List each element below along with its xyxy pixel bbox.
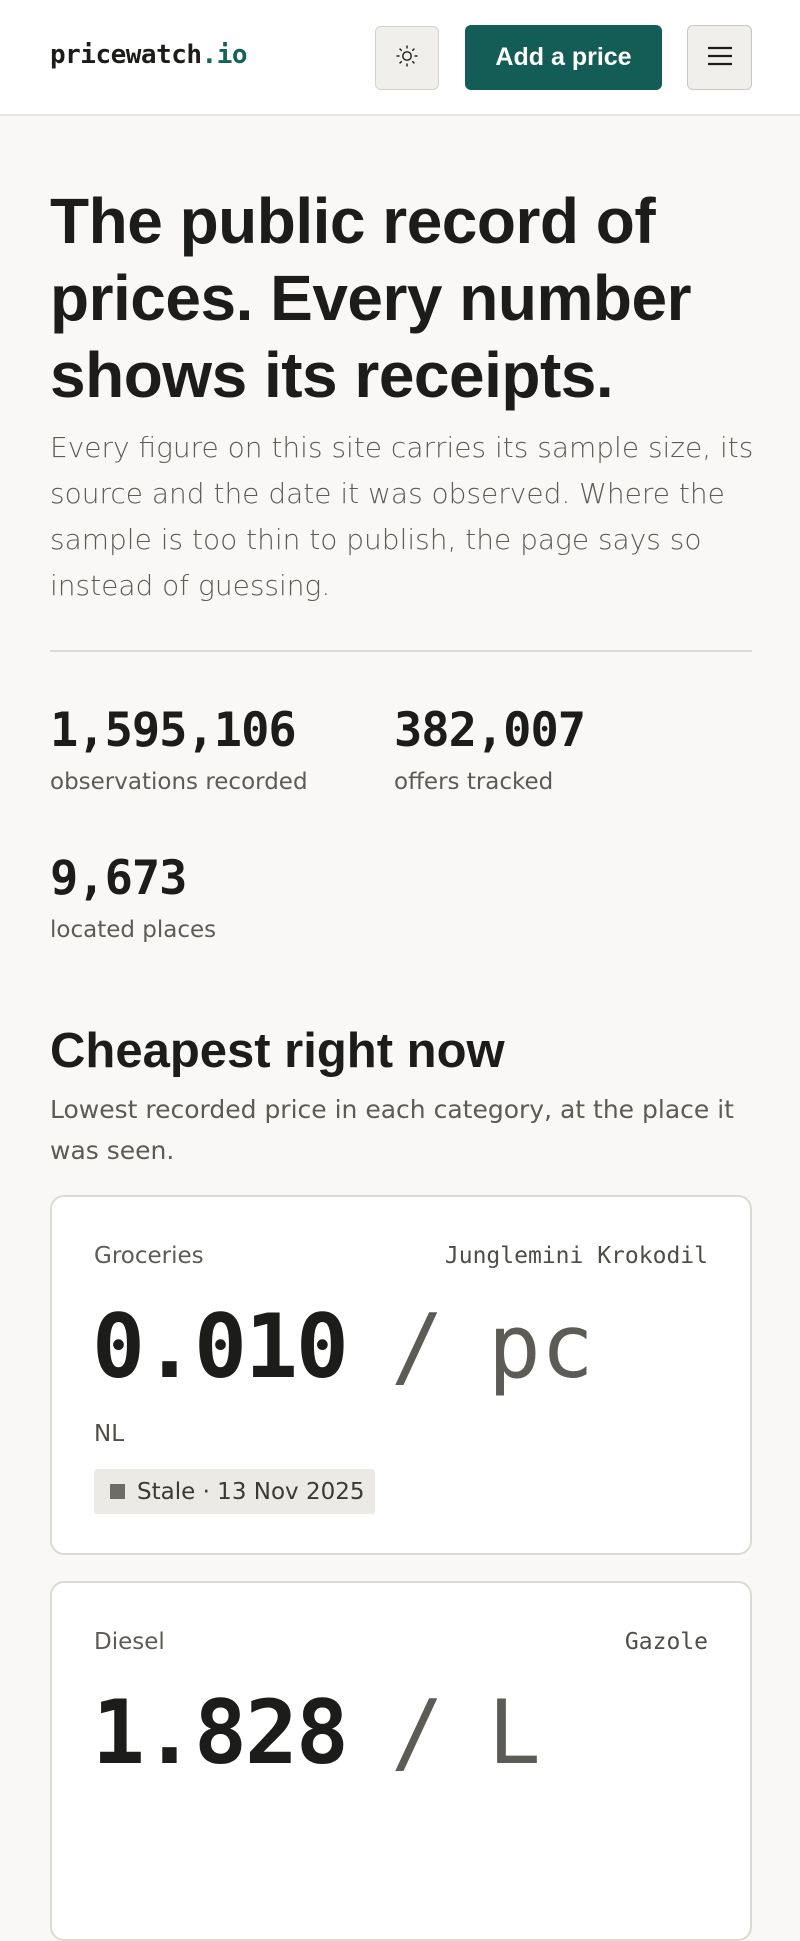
- card-place[interactable]: Junglemini Krokodil: [445, 1243, 708, 1269]
- stat-observations: 1,595,106 observations recorded: [50, 703, 308, 795]
- stale-indicator-icon: [110, 1484, 125, 1499]
- stat-value: 1,595,106: [50, 703, 297, 758]
- page-subtitle: Every figure on this site carries its sa…: [50, 431, 754, 602]
- price-card[interactable]: Diesel Gazole 1.828 / L: [50, 1581, 752, 1941]
- stat-label: offers tracked: [394, 769, 554, 795]
- section-title: Cheapest right now: [50, 1024, 505, 1078]
- page-title: The public record of prices. Every numbe…: [50, 185, 691, 411]
- stat-label: observations recorded: [50, 769, 308, 795]
- site-header: pricewatch.io Add a price: [0, 0, 800, 116]
- add-price-button[interactable]: Add a price: [465, 25, 662, 90]
- card-country: NL: [94, 1421, 125, 1447]
- stat-places: 9,673 located places: [50, 851, 216, 943]
- site-logo[interactable]: pricewatch.io: [50, 40, 248, 70]
- logo-tld: .io: [201, 40, 248, 70]
- stat-label: located places: [50, 917, 217, 943]
- menu-button[interactable]: [687, 25, 752, 90]
- price-separator: /: [390, 1681, 444, 1784]
- status-badge: Stale · 13 Nov 2025: [94, 1469, 375, 1514]
- card-price: 0.010 / pc: [92, 1297, 594, 1397]
- divider: [50, 650, 752, 652]
- stat-value: 9,673: [50, 851, 187, 906]
- price-unit: L: [487, 1681, 541, 1784]
- sun-icon: [395, 44, 419, 72]
- theme-toggle-button[interactable]: [375, 26, 439, 90]
- status-badge-label: Stale · 13 Nov 2025: [137, 1478, 365, 1505]
- card-category: Groceries: [94, 1243, 204, 1269]
- price-unit: pc: [487, 1295, 594, 1398]
- stat-offers: 382,007 offers tracked: [394, 703, 586, 795]
- price-card[interactable]: Groceries Junglemini Krokodil 0.010 / pc N…: [50, 1195, 752, 1555]
- card-price: 1.828 / L: [92, 1683, 541, 1783]
- section-subtitle: Lowest recorded price in each category, …: [50, 1095, 734, 1165]
- logo-main: pricewatch: [50, 40, 202, 70]
- card-place[interactable]: Gazole: [625, 1629, 708, 1655]
- price-value: 0.010: [92, 1295, 349, 1398]
- price-value: 1.828: [92, 1681, 349, 1784]
- card-category: Diesel: [94, 1629, 165, 1655]
- price-separator: /: [390, 1295, 444, 1398]
- stat-value: 382,007: [394, 703, 586, 758]
- hamburger-menu-icon: [707, 45, 733, 71]
